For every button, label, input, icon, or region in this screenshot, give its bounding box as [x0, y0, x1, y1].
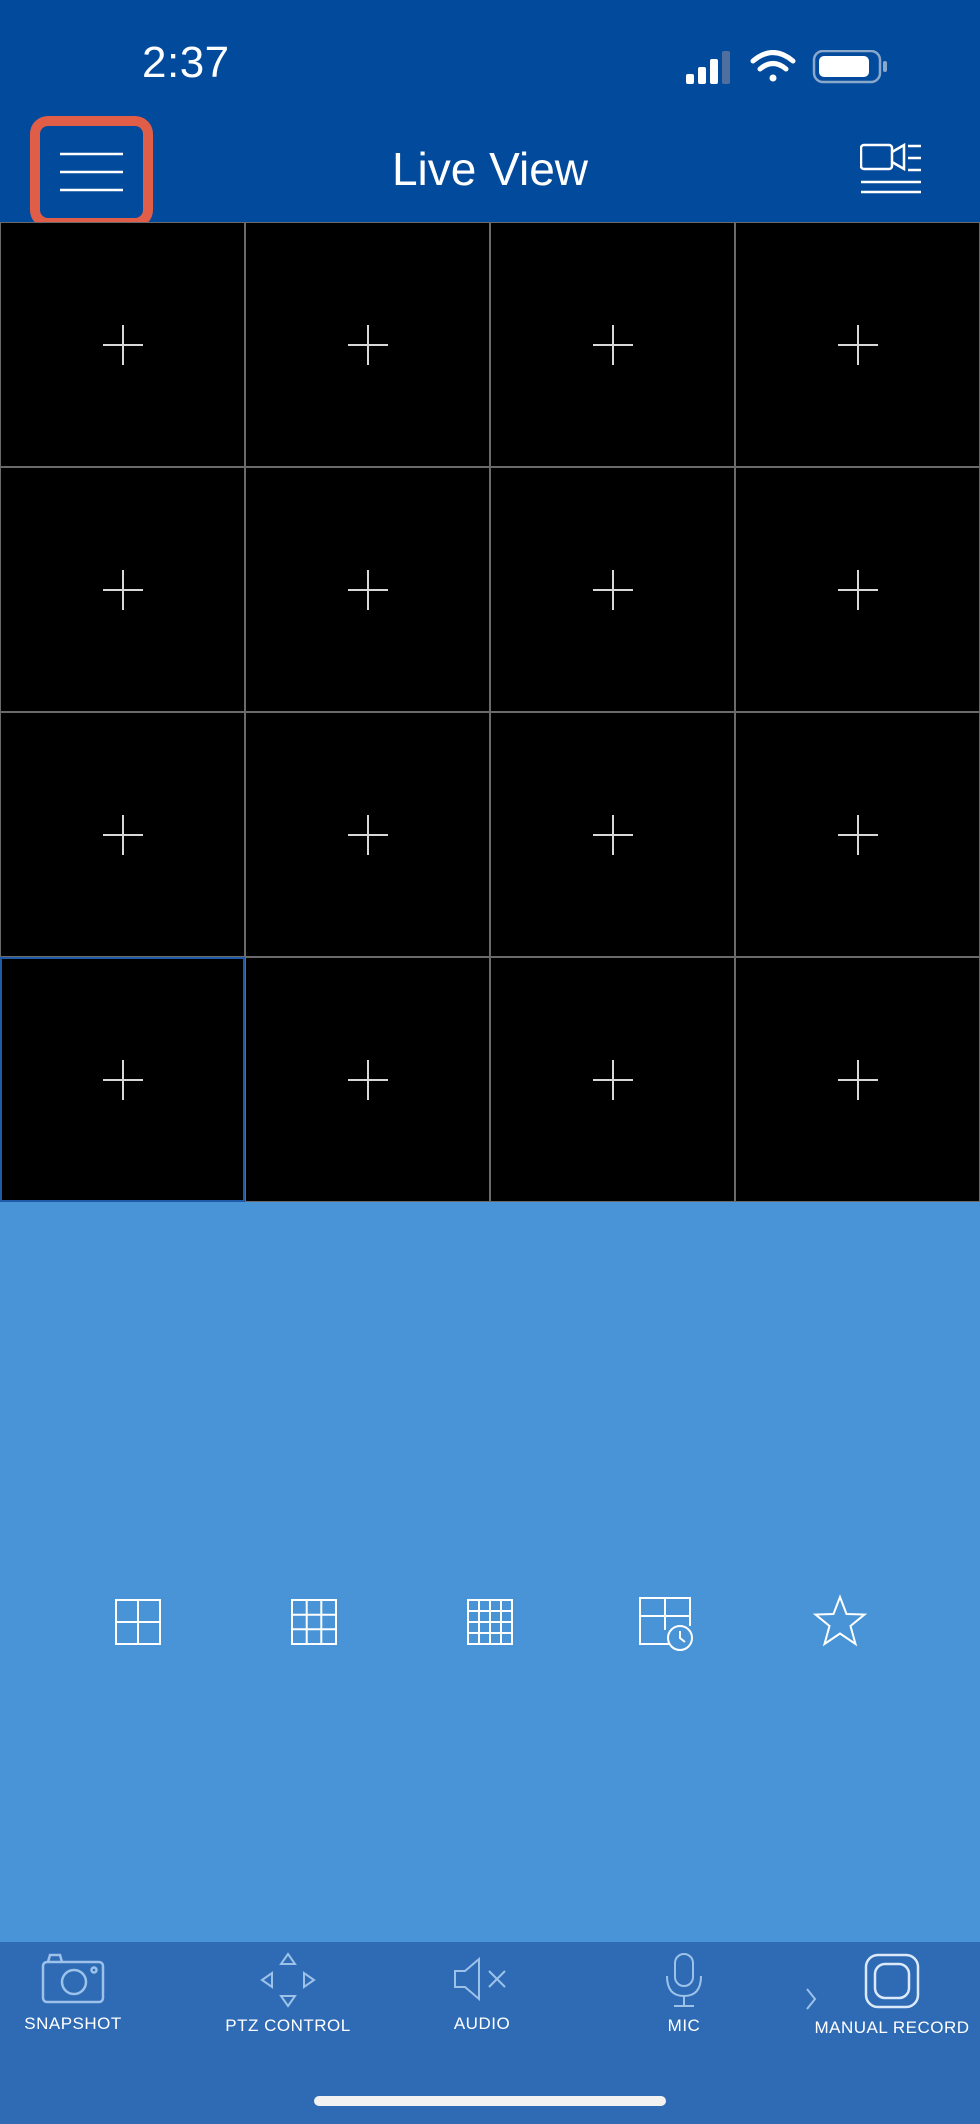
plus-icon — [592, 1059, 633, 1100]
camera-slot[interactable] — [245, 222, 490, 467]
manual-record-label: MANUAL RECORD — [814, 2018, 970, 2037]
microphone-icon — [666, 1953, 702, 2007]
camera-grid — [0, 222, 980, 1202]
speaker-muted-icon — [454, 1956, 506, 2002]
2x2-layout-icon[interactable] — [108, 1592, 168, 1652]
camera-slot[interactable] — [490, 712, 735, 957]
camera-list-icon[interactable] — [860, 142, 922, 194]
ptz-label: PTZ CONTROL — [225, 2016, 351, 2035]
camera-slot[interactable] — [735, 712, 980, 957]
record-icon — [864, 1953, 920, 2009]
plus-icon — [592, 814, 633, 855]
camera-slot[interactable] — [490, 957, 735, 1202]
plus-icon — [592, 569, 633, 610]
4x4-layout-icon[interactable] — [460, 1592, 520, 1652]
camera-slot[interactable] — [0, 957, 245, 1202]
camera-slot[interactable] — [0, 712, 245, 957]
status-bar: 2:37 — [0, 0, 980, 112]
plus-icon — [102, 324, 143, 365]
snapshot-button[interactable]: SNAPSHOT — [14, 1942, 132, 2072]
camera-slot[interactable] — [245, 467, 490, 712]
layout-selector — [0, 1592, 980, 1658]
camera-slot[interactable] — [735, 957, 980, 1202]
ptz-arrows-icon — [260, 1952, 316, 2008]
camera-slot[interactable] — [245, 957, 490, 1202]
scheduled-layout-icon[interactable] — [634, 1592, 694, 1652]
3x3-layout-icon[interactable] — [284, 1592, 344, 1652]
plus-icon — [102, 569, 143, 610]
home-indicator — [314, 2096, 666, 2106]
audio-button[interactable]: AUDIO — [440, 1942, 524, 2072]
plus-icon — [347, 324, 388, 365]
nav-bar: Live View — [0, 112, 980, 228]
audio-label: AUDIO — [453, 2014, 511, 2033]
plus-icon — [102, 814, 143, 855]
camera-slot[interactable] — [245, 712, 490, 957]
page-title: Live View — [391, 143, 589, 195]
plus-icon — [347, 814, 388, 855]
camera-slot[interactable] — [735, 467, 980, 712]
plus-icon — [837, 569, 878, 610]
plus-icon — [837, 324, 878, 365]
snapshot-label: SNAPSHOT — [24, 2014, 122, 2033]
camera-slot[interactable] — [735, 222, 980, 467]
plus-icon — [347, 569, 388, 610]
status-time: 2:37 — [142, 38, 230, 87]
wifi-icon — [750, 50, 796, 82]
camera-slot[interactable] — [490, 467, 735, 712]
mic-button[interactable]: MIC — [644, 1942, 724, 2072]
plus-icon — [592, 324, 633, 365]
camera-slot[interactable] — [0, 222, 245, 467]
camera-slot[interactable] — [490, 222, 735, 467]
favorites-star-icon[interactable] — [810, 1592, 870, 1652]
plus-icon — [837, 814, 878, 855]
cellular-signal-icon — [686, 51, 730, 84]
camera-slot[interactable] — [0, 467, 245, 712]
plus-icon — [102, 1059, 143, 1100]
status-icons — [686, 50, 887, 84]
ptz-control-button[interactable]: PTZ CONTROL — [218, 1942, 358, 2072]
mic-label: MIC — [667, 2016, 701, 2035]
camera-icon — [41, 1953, 105, 2004]
battery-icon — [812, 50, 887, 84]
plus-icon — [347, 1059, 388, 1100]
plus-icon — [837, 1059, 878, 1100]
manual-record-button[interactable]: MANUAL RECORD — [814, 1942, 970, 2072]
